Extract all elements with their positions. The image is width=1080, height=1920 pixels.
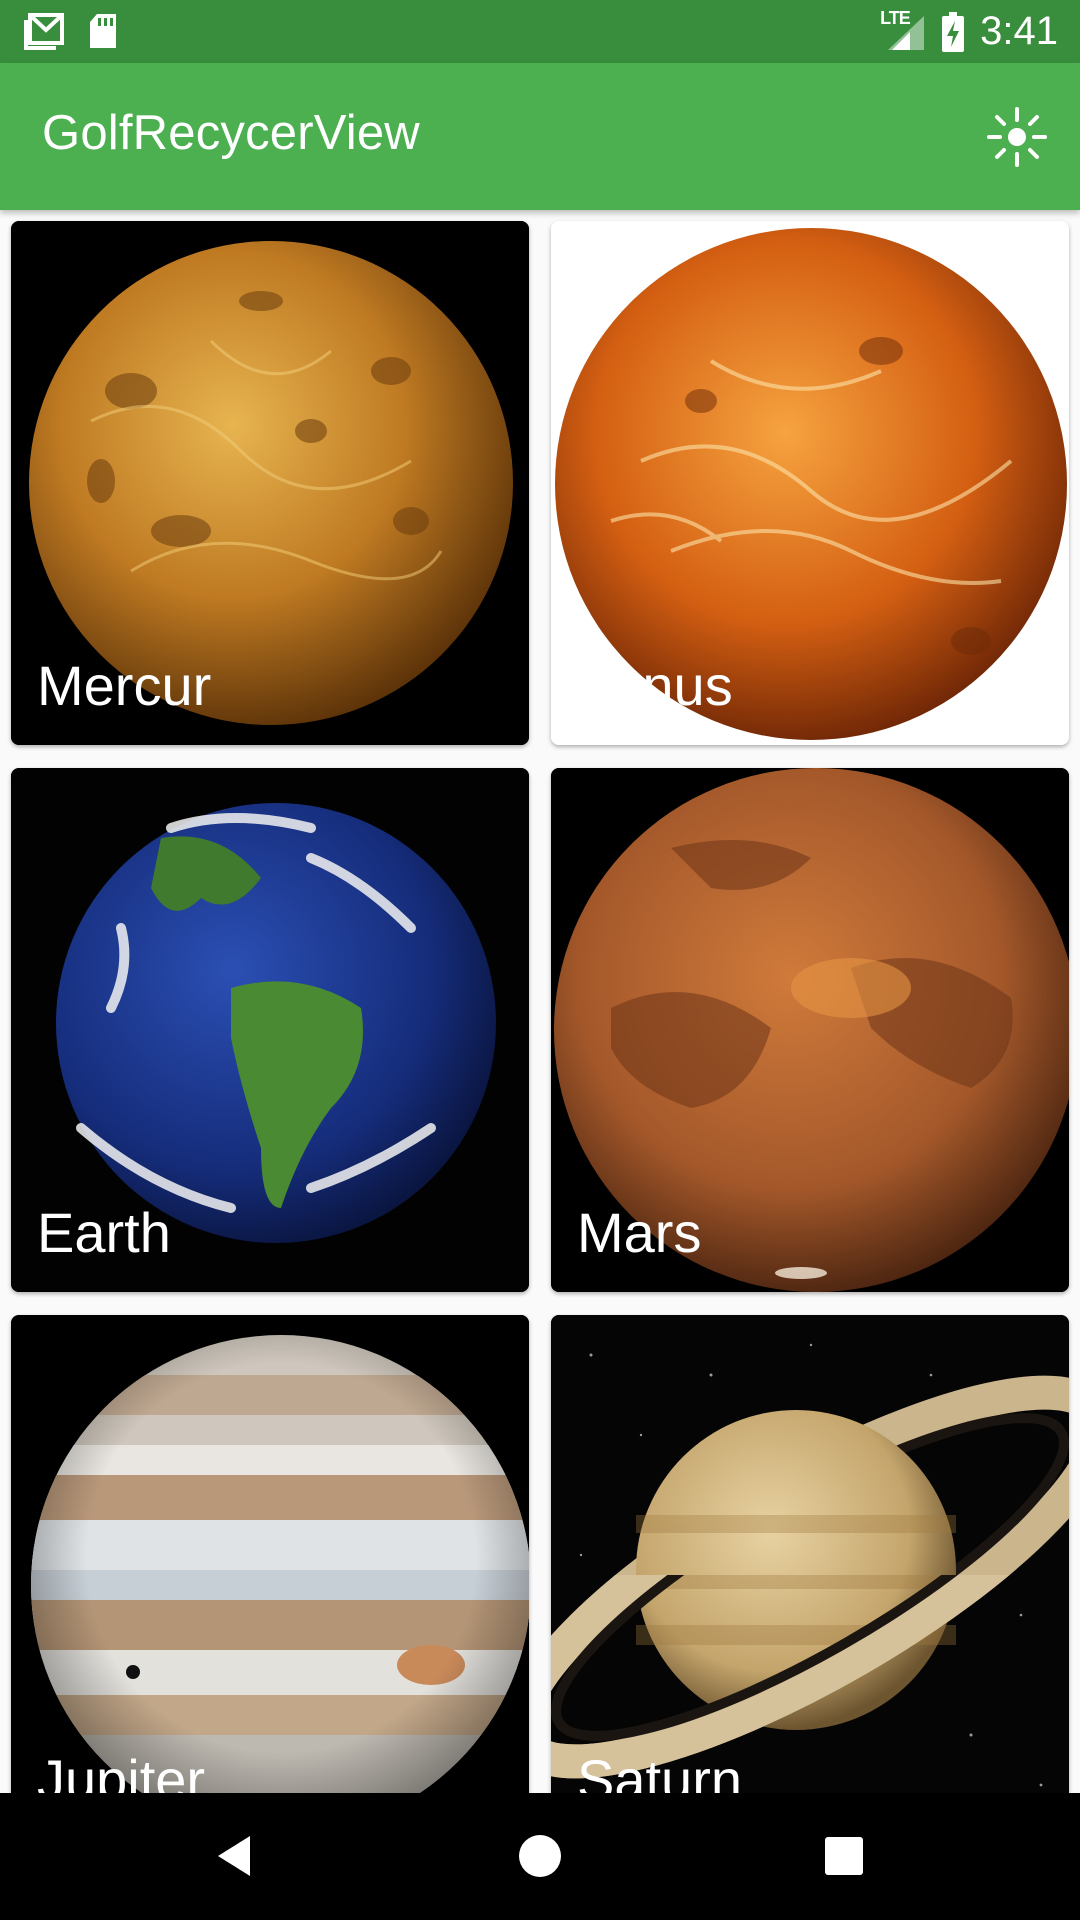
clock: 3:41 [980,9,1058,53]
status-bar: LTE 3:41 [0,0,1080,63]
planet-image [551,1315,1069,1793]
planet-card-mars[interactable]: Mars [551,768,1069,1292]
home-icon[interactable] [510,1826,570,1886]
planet-name: Jupiter [37,1748,206,1794]
planet-name: Mars [577,1201,702,1264]
planet-name: Saturn [577,1748,742,1794]
planet-card-mercur[interactable]: Mercur [11,221,529,745]
planet-name: Venus [577,654,733,717]
sd-card-icon [90,14,116,48]
planet-card-venus[interactable]: Venus [551,221,1069,745]
app-bar: GolfRecycerView [0,63,1080,210]
planet-name: Earth [37,1201,171,1264]
navigation-bar [0,1793,1080,1920]
planet-card-earth[interactable]: Earth [11,768,529,1292]
signal-icon: LTE [880,8,926,52]
brightness-icon[interactable] [986,106,1048,168]
planet-grid[interactable]: Mercur Venus Earth Mars Jupiter Saturn [0,210,1080,1793]
planet-image [11,1315,529,1793]
battery-charging-icon [942,11,965,52]
recents-icon[interactable] [814,1826,874,1886]
planet-card-jupiter[interactable]: Jupiter [11,1315,529,1793]
gmail-icon [24,13,64,50]
app-title: GolfRecycerView [42,106,420,160]
back-icon[interactable] [206,1826,266,1886]
planet-name: Mercur [37,654,212,717]
planet-card-saturn[interactable]: Saturn [551,1315,1069,1793]
